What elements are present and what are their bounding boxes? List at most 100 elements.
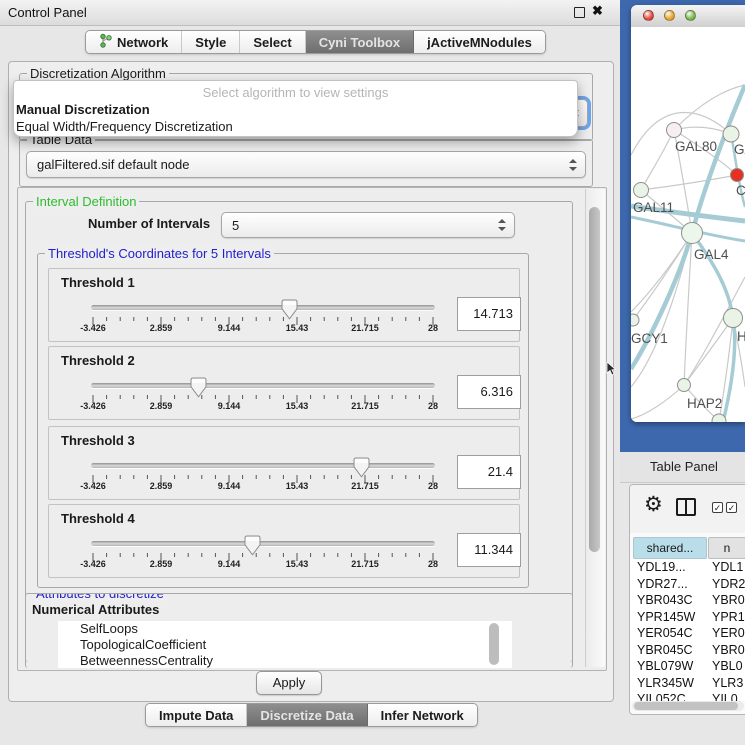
horizontal-scrollbar[interactable] [632, 701, 744, 711]
node-label: GAL4 [694, 247, 729, 262]
cell-name: YDL1 [712, 559, 745, 576]
slider-thumb[interactable] [281, 299, 298, 320]
cell-name: YBR0 [712, 592, 745, 609]
network-canvas[interactable]: GAL80GACGAL11GAL4GCY1HHAP2 [631, 27, 745, 422]
network-edge[interactable] [631, 233, 692, 312]
slider-thumb[interactable] [353, 457, 370, 478]
tab-label: Cyni Toolbox [319, 35, 400, 50]
network-node[interactable] [723, 126, 739, 142]
network-node[interactable] [731, 169, 744, 182]
tab-select[interactable]: Select [240, 31, 305, 53]
network-node[interactable] [682, 223, 703, 244]
threshold-slider[interactable]: -3.4262.8599.14415.4321.71528 [91, 533, 435, 573]
tick-label: 2.859 [150, 401, 173, 411]
float-panel-icon[interactable] [574, 7, 585, 18]
node-label: GAL11 [633, 200, 674, 215]
vertical-scrollbar-thumb[interactable] [589, 207, 600, 552]
tab-impute-data[interactable]: Impute Data [146, 704, 247, 726]
table-row[interactable]: YDR27...YDR2 [630, 576, 745, 593]
tick-label: -3.426 [80, 481, 106, 491]
dropdown-placeholder: Select algorithm to view settings [14, 84, 577, 101]
table-row[interactable]: YDL19...YDL1 [630, 559, 745, 576]
attributes-list-scrollbar-thumb[interactable] [489, 623, 499, 665]
network-node[interactable] [631, 314, 639, 326]
table-data-select[interactable]: galFiltered.sif default node [26, 151, 586, 178]
checkbox-icon[interactable]: ✓ [726, 502, 737, 513]
list-item-betweennesscentrality[interactable]: BetweennessCentrality [58, 653, 512, 668]
node-label: HAP2 [687, 396, 722, 411]
table-row[interactable]: YBR045CYBR0 [630, 642, 745, 659]
tick-label: 15.43 [286, 401, 309, 411]
network-edge[interactable] [674, 127, 731, 134]
window-close-button[interactable] [643, 10, 654, 21]
tick-label: 2.859 [150, 481, 173, 491]
close-panel-icon[interactable]: ✖ [592, 3, 603, 19]
threshold-slider[interactable]: -3.4262.8599.14415.4321.71528 [91, 375, 435, 415]
tick-label: 9.144 [218, 559, 241, 569]
horizontal-scrollbar-thumb[interactable] [634, 702, 738, 710]
network-node[interactable] [634, 183, 649, 198]
table-panel-header: Table Panel [620, 452, 745, 483]
table-row[interactable]: YLR345WYLR3 [630, 675, 745, 692]
cell-name: YDR2 [712, 576, 745, 593]
dropdown-option-manual-discretization[interactable]: Manual Discretization [14, 101, 577, 118]
gear-icon[interactable]: ⚙ [644, 493, 663, 517]
tab-cyni-toolbox[interactable]: Cyni Toolbox [306, 31, 414, 53]
cell-name: YER0 [712, 625, 745, 642]
slider-tick-labels: -3.4262.8599.14415.4321.71528 [91, 559, 435, 571]
tab-network[interactable]: Network [86, 31, 182, 53]
apply-button[interactable]: Apply [256, 671, 322, 695]
interval-definition-group-title: Interval Definition [33, 194, 139, 209]
table-row[interactable]: YPR145WYPR1 [630, 609, 745, 626]
table-row[interactable]: YBL079WYBL0 [630, 658, 745, 675]
threshold-label: Threshold 1 [61, 275, 135, 290]
network-node[interactable] [667, 123, 682, 138]
list-item-topologicalcoefficient[interactable]: TopologicalCoefficient [58, 637, 512, 653]
tick-label: 2.859 [150, 559, 173, 569]
table-rows: YDL19...YDL1YDR27...YDR2YBR043CYBR0YPR14… [630, 559, 745, 701]
table-row[interactable]: YBR043CYBR0 [630, 592, 745, 609]
threshold-value-field[interactable]: 11.344 [457, 533, 521, 567]
window-zoom-button[interactable] [685, 10, 696, 21]
network-edge[interactable] [641, 130, 674, 190]
split-columns-icon[interactable] [676, 498, 696, 516]
network-node[interactable] [724, 309, 743, 328]
tick-label: 21.715 [351, 323, 379, 333]
vertical-scrollbar[interactable] [585, 189, 605, 667]
tick-label: 28 [428, 481, 438, 491]
tab-infer-network[interactable]: Infer Network [368, 704, 477, 726]
checkbox-icon[interactable]: ✓ [712, 502, 723, 513]
threshold-value-field[interactable]: 21.4 [457, 455, 521, 489]
cell-shared-name: YER054C [637, 625, 705, 642]
table-row[interactable]: YIL052CYIL0 [630, 691, 745, 701]
combo-stepper-icon [498, 219, 506, 231]
column-header-shared-name[interactable]: shared... [633, 537, 707, 559]
screenshot-root: Control Panel ✖ NetworkStyleSelectCyni T… [0, 0, 745, 745]
threshold-value-field[interactable]: 6.316 [457, 375, 521, 409]
window-minimize-button[interactable] [664, 10, 675, 21]
table-panel: ⚙ ✓ ✓ shared... n YDL19...YDL1YDR27...YD… [629, 484, 745, 715]
tab-jactivemnodules[interactable]: jActiveMNodules [414, 31, 545, 53]
threshold-value-field[interactable]: 14.713 [457, 297, 521, 331]
number-of-intervals-select[interactable]: 5 [221, 212, 515, 238]
bottom-tab-bar: Impute DataDiscretize DataInfer Network [145, 703, 478, 727]
network-edge[interactable] [631, 385, 684, 419]
tab-discretize-data[interactable]: Discretize Data [247, 704, 367, 726]
threshold-slider[interactable]: -3.4262.8599.14415.4321.71528 [91, 297, 435, 337]
slider-tick-labels: -3.4262.8599.14415.4321.71528 [91, 401, 435, 413]
slider-thumb[interactable] [244, 535, 261, 556]
table-row[interactable]: YER054C YER0 [630, 625, 745, 642]
tick-label: 9.144 [218, 323, 241, 333]
list-item-selfloops[interactable]: SelfLoops [58, 621, 512, 637]
thresholds-group: Threshold's Coordinates for 5 Intervals … [37, 253, 529, 588]
column-header-name[interactable]: n [708, 537, 745, 559]
tab-style[interactable]: Style [182, 31, 240, 53]
slider-thumb[interactable] [190, 377, 207, 398]
threshold-row: Threshold 2-3.4262.8599.14415.4321.71528… [48, 346, 520, 420]
network-edge[interactable] [641, 175, 737, 190]
threshold-slider[interactable]: -3.4262.8599.14415.4321.71528 [91, 455, 435, 495]
dropdown-option-equal-width-frequency[interactable]: Equal Width/Frequency Discretization [14, 118, 577, 135]
cyni-toolbox-panel: Discretization Algorithm Select algorith… [8, 61, 614, 702]
network-node[interactable] [678, 379, 691, 392]
attributes-group-title: Attributes to discretize [33, 593, 167, 601]
